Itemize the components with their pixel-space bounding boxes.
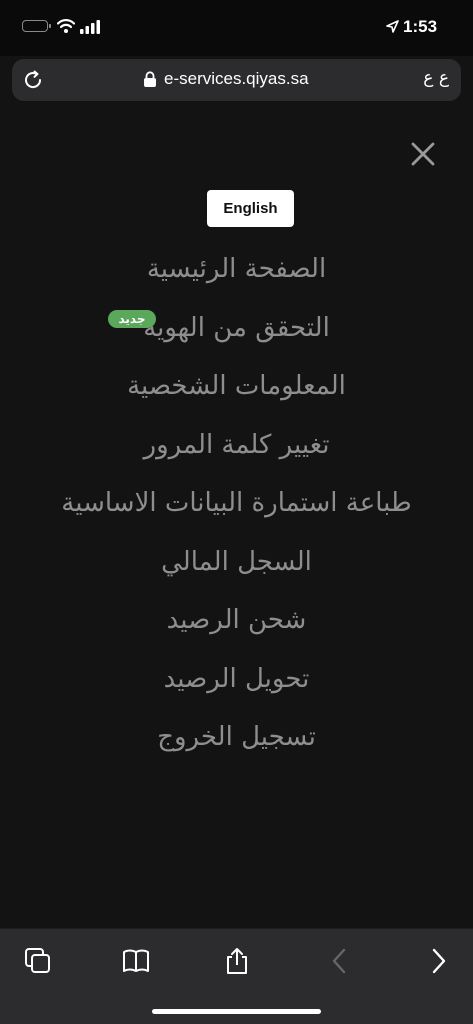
text-size-button[interactable]: ع ع — [423, 68, 449, 88]
menu-item-personal-info[interactable]: المعلومات الشخصية — [0, 357, 473, 416]
forward-icon[interactable] — [424, 947, 452, 975]
tabs-icon[interactable] — [24, 947, 52, 975]
lock-icon — [144, 71, 156, 87]
bookmarks-icon[interactable] — [122, 947, 150, 975]
menu-item-print-basic-data-form[interactable]: طباعة استمارة البيانات الاساسية — [0, 474, 473, 533]
back-icon[interactable] — [326, 947, 354, 975]
url-text[interactable]: e-services.qiyas.sa — [164, 69, 309, 89]
browser-address-bar[interactable]: e-services.qiyas.sa ع ع — [12, 59, 461, 101]
status-bar: 1:53 — [0, 0, 473, 56]
menu-item-label: السجل المالي — [161, 546, 312, 577]
menu-item-label: الصفحة الرئيسية — [146, 254, 327, 285]
new-badge: جديد — [108, 310, 156, 328]
location-arrow-icon — [386, 20, 399, 33]
reload-icon[interactable] — [22, 69, 44, 91]
share-icon[interactable] — [223, 947, 251, 975]
battery-icon — [22, 20, 51, 32]
wifi-icon — [57, 19, 75, 33]
menu-item-home[interactable]: الصفحة الرئيسية — [0, 240, 473, 299]
cellular-signal-icon — [80, 20, 100, 34]
language-toggle-button[interactable]: English — [207, 190, 294, 227]
menu-item-label: تحويل الرصيد — [163, 663, 310, 694]
menu-item-recharge-balance[interactable]: شحن الرصيد — [0, 591, 473, 650]
main-menu: الصفحة الرئيسية التحقق من الهوية المعلوم… — [0, 240, 473, 767]
menu-item-label: تسجيل الخروج — [157, 722, 316, 753]
menu-item-transfer-balance[interactable]: تحويل الرصيد — [0, 650, 473, 709]
home-indicator — [152, 1009, 321, 1014]
menu-item-label: تغيير كلمة المرور — [143, 429, 330, 460]
status-time: 1:53 — [403, 17, 438, 36]
menu-item-financial-record[interactable]: السجل المالي — [0, 533, 473, 592]
menu-item-label: طباعة استمارة البيانات الاساسية — [61, 488, 412, 519]
menu-item-label: شحن الرصيد — [166, 605, 307, 636]
menu-item-change-password[interactable]: تغيير كلمة المرور — [0, 416, 473, 475]
menu-item-logout[interactable]: تسجيل الخروج — [0, 708, 473, 767]
menu-item-label: التحقق من الهوية — [143, 312, 330, 343]
close-icon[interactable] — [410, 141, 436, 167]
menu-item-label: المعلومات الشخصية — [127, 371, 346, 402]
menu-item-identity-verification[interactable]: التحقق من الهوية — [0, 299, 473, 358]
